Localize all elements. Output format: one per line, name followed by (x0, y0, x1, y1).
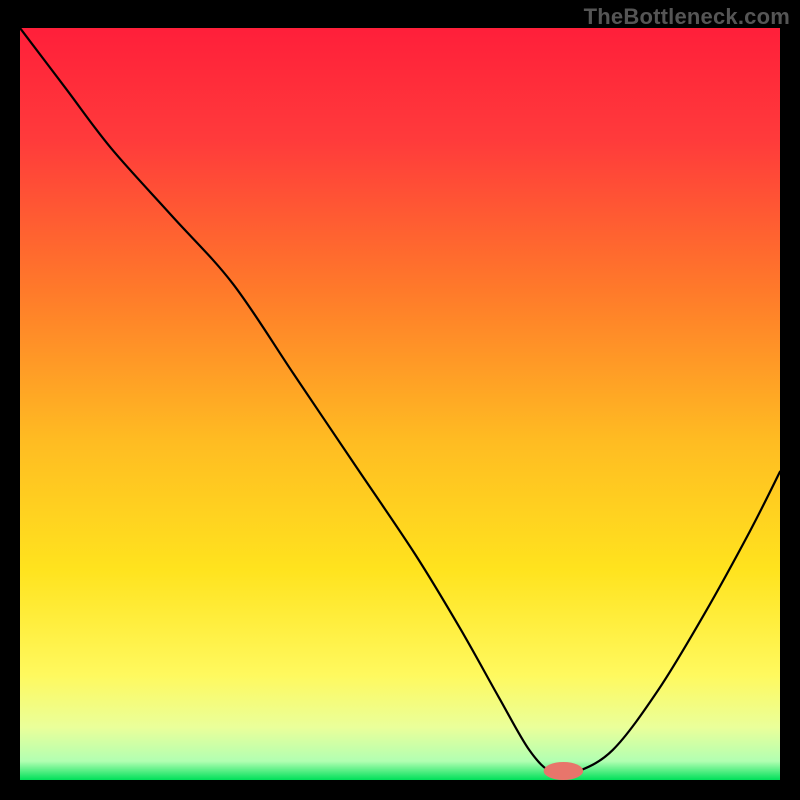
gradient-background (20, 28, 780, 780)
chart-frame: TheBottleneck.com (0, 0, 800, 800)
target-marker (544, 762, 584, 780)
plot-area (20, 28, 780, 780)
chart-svg (20, 28, 780, 780)
watermark-text: TheBottleneck.com (584, 4, 790, 30)
